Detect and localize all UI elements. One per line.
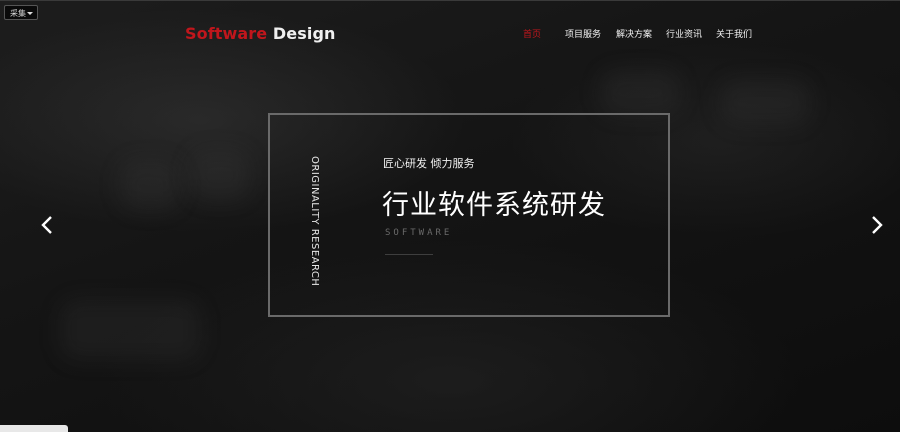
nav-item-news[interactable]: 行业资讯 [666,27,702,40]
nav-item-services[interactable]: 项目服务 [565,27,601,40]
background-blur [600,70,680,115]
background-blur [60,300,200,360]
banner-tagline: SOFTWARE [385,228,453,238]
main-nav: 首页 项目服务 解决方案 行业资讯 关于我们 [0,27,900,41]
nav-item-solutions[interactable]: 解决方案 [616,27,652,40]
divider [385,254,433,255]
caret-down-icon [27,12,33,15]
background-blur [720,80,810,125]
background-blur [190,150,250,200]
carousel-prev-button[interactable] [37,214,57,236]
vertical-caption: ORIGINALITY RESEARCH [309,156,320,287]
collect-dropdown[interactable]: 采集 [4,5,38,20]
chevron-left-icon [41,216,52,234]
nav-item-home[interactable]: 首页 [523,27,541,40]
carousel-next-button[interactable] [867,214,887,236]
banner-headline: 行业软件系统研发 [382,190,606,221]
background-blur [120,160,180,210]
banner-subtitle: 匠心研发 倾力服务 [383,157,475,170]
nav-item-about[interactable]: 关于我们 [716,27,752,40]
collect-label: 采集 [10,9,26,18]
browser-status-bar [0,425,68,432]
chevron-right-icon [872,216,883,234]
hero-banner: 采集 Software Design 首页 项目服务 解决方案 行业资讯 关于我… [0,0,900,432]
top-border [0,0,900,1]
